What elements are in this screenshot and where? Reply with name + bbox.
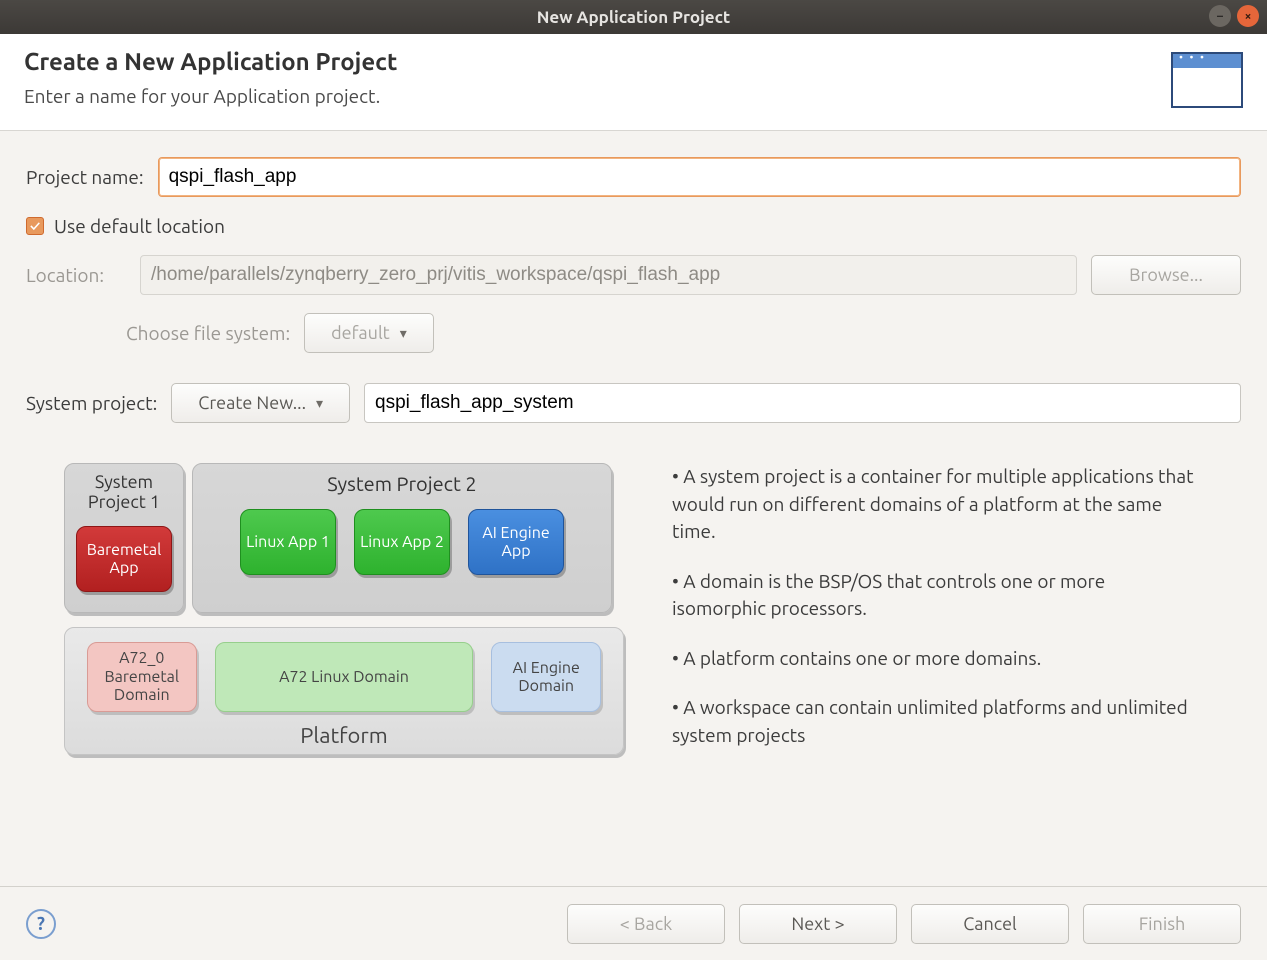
note-domain: • A domain is the BSP/OS that controls o…: [672, 568, 1203, 623]
diagram-linux-app-2: Linux App 2: [354, 509, 450, 575]
note-workspace: • A workspace can contain unlimited plat…: [672, 694, 1203, 749]
back-button: < Back: [567, 904, 725, 944]
checkbox-checked-icon: ✓: [26, 217, 44, 235]
window-titlebar: New Application Project – ×: [0, 0, 1267, 34]
next-button[interactable]: Next >: [739, 904, 897, 944]
page-title: Create a New Application Project: [24, 48, 397, 75]
diagram-domain-a72-baremetal: A72_0 Baremetal Domain: [87, 642, 197, 712]
choose-filesystem-label: Choose file system:: [126, 322, 290, 344]
project-name-input[interactable]: [158, 157, 1241, 197]
location-label: Location:: [26, 264, 126, 286]
diagram-sp2-title: System Project 2: [193, 472, 611, 495]
diagram-system-project-2: System Project 2 Linux App 1 Linux App 2…: [192, 463, 612, 613]
diagram-baremetal-app: Baremetal App: [76, 526, 172, 592]
filesystem-combo: default: [304, 313, 434, 353]
window-close-button[interactable]: ×: [1237, 5, 1259, 27]
diagram-domain-ai-engine: AI Engine Domain: [491, 642, 601, 712]
cancel-button[interactable]: Cancel: [911, 904, 1069, 944]
note-system-project: • A system project is a container for mu…: [672, 463, 1203, 546]
wizard-footer: ? < Back Next > Cancel Finish: [0, 886, 1267, 960]
finish-button: Finish: [1083, 904, 1241, 944]
window-minimize-button[interactable]: –: [1209, 5, 1231, 27]
diagram-platform-label: Platform: [65, 723, 623, 748]
wizard-window-icon: [1171, 52, 1243, 108]
help-button[interactable]: ?: [26, 909, 56, 939]
note-platform: • A platform contains one or more domain…: [672, 645, 1203, 673]
diagram-sp1-title: System Project 1: [65, 472, 183, 512]
system-project-name-input[interactable]: [364, 383, 1241, 423]
diagram-domain-a72-linux: A72 Linux Domain: [215, 642, 474, 712]
system-project-label: System project:: [26, 392, 157, 414]
page-subtitle: Enter a name for your Application projec…: [24, 85, 397, 107]
system-project-combo[interactable]: Create New...: [171, 383, 350, 423]
architecture-diagram: System Project 1 Baremetal App System Pr…: [64, 463, 644, 771]
browse-button: Browse...: [1091, 255, 1241, 295]
diagram-system-project-1: System Project 1 Baremetal App: [64, 463, 184, 613]
project-name-label: Project name:: [26, 166, 144, 188]
explanation-text: • A system project is a container for mu…: [672, 463, 1203, 771]
window-title: New Application Project: [537, 8, 731, 27]
use-default-location-label: Use default location: [54, 215, 225, 237]
diagram-ai-engine-app: AI Engine App: [468, 509, 564, 575]
wizard-header: Create a New Application Project Enter a…: [0, 34, 1267, 131]
use-default-location-checkbox[interactable]: ✓ Use default location: [26, 215, 225, 237]
wizard-body: Project name: ✓ Use default location Loc…: [0, 131, 1267, 781]
location-input: [140, 255, 1077, 295]
diagram-linux-app-1: Linux App 1: [240, 509, 336, 575]
diagram-platform: A72_0 Baremetal Domain A72 Linux Domain …: [64, 627, 624, 755]
